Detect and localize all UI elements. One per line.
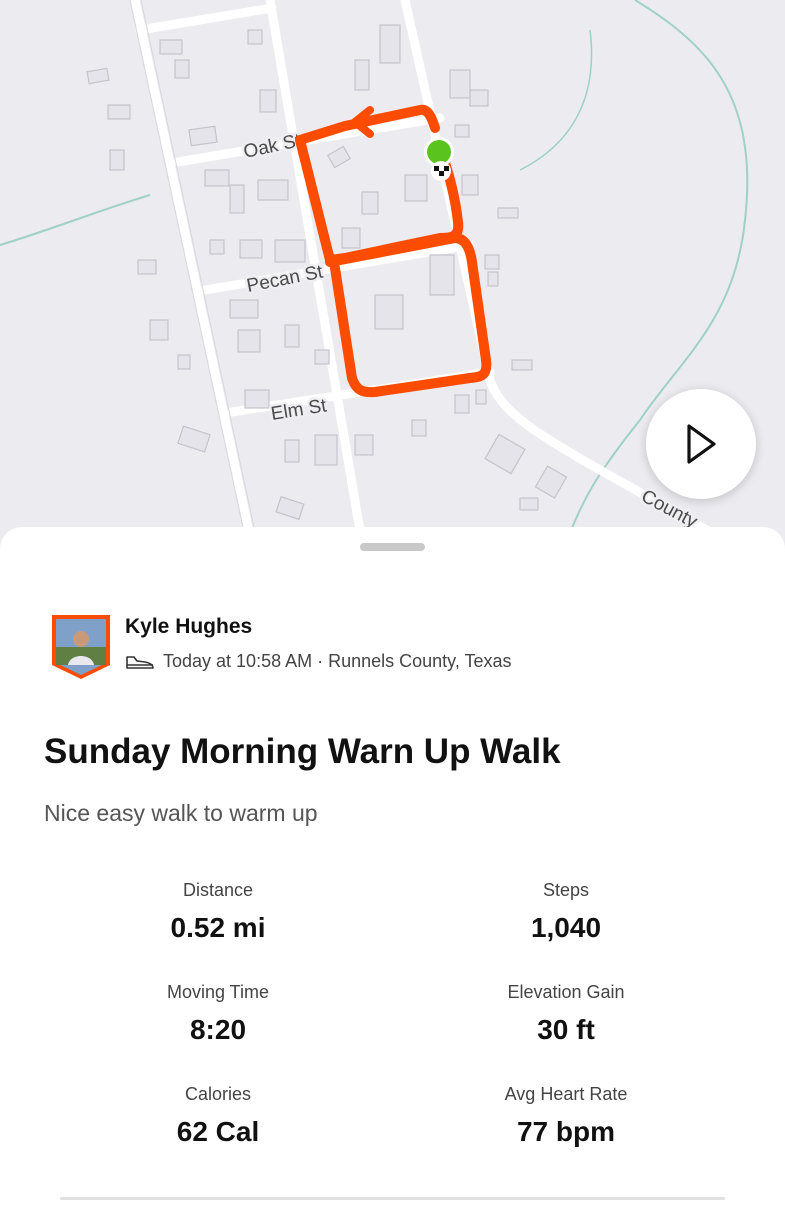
stat-distance: Distance 0.52 mi <box>68 879 368 943</box>
stat-label: Elevation Gain <box>507 982 625 1002</box>
stat-value: 77 bpm <box>516 1116 616 1147</box>
stat-steps: Steps 1,040 <box>416 879 716 943</box>
activity-title: Sunday Morning Warn Up Walk <box>44 732 561 771</box>
stat-value: 0.52 mi <box>170 912 266 943</box>
activity-meta: Today at 10:58 AM · Runnels County, Texa… <box>125 651 512 672</box>
activity-description: Nice easy walk to warm up <box>44 800 318 826</box>
stat-avg-heart-rate: Avg Heart Rate 77 bpm <box>416 1083 716 1147</box>
avatar[interactable] <box>50 613 112 681</box>
stat-value: 8:20 <box>189 1014 247 1045</box>
stat-moving-time: Moving Time 8:20 <box>68 981 368 1045</box>
drag-handle[interactable] <box>360 543 425 551</box>
shoe-icon <box>126 655 154 669</box>
stat-calories: Calories 62 Cal <box>68 1083 368 1147</box>
athlete-name[interactable]: Kyle Hughes <box>125 615 252 639</box>
finish-flag-icon <box>431 161 451 181</box>
activity-sheet: Kyle Hughes Today at 10:58 AM · Runnels … <box>0 527 785 1227</box>
stat-label: Avg Heart Rate <box>504 1084 628 1104</box>
stat-value: 30 ft <box>537 1014 595 1045</box>
play-icon <box>687 424 716 464</box>
athlete-header: Kyle Hughes Today at 10:58 AM · Runnels … <box>50 613 730 683</box>
stat-value: 1,040 <box>530 912 602 943</box>
stat-label: Distance <box>182 880 254 900</box>
stat-label: Steps <box>542 880 590 900</box>
stat-elevation-gain: Elevation Gain 30 ft <box>416 981 716 1045</box>
stat-label: Moving Time <box>166 982 270 1002</box>
stat-value: 62 Cal <box>176 1116 260 1147</box>
activity-meta-text: Today at 10:58 AM · Runnels County, Texa… <box>163 651 512 671</box>
play-button[interactable] <box>646 389 756 499</box>
stat-label: Calories <box>184 1084 252 1104</box>
start-marker[interactable] <box>427 140 451 164</box>
